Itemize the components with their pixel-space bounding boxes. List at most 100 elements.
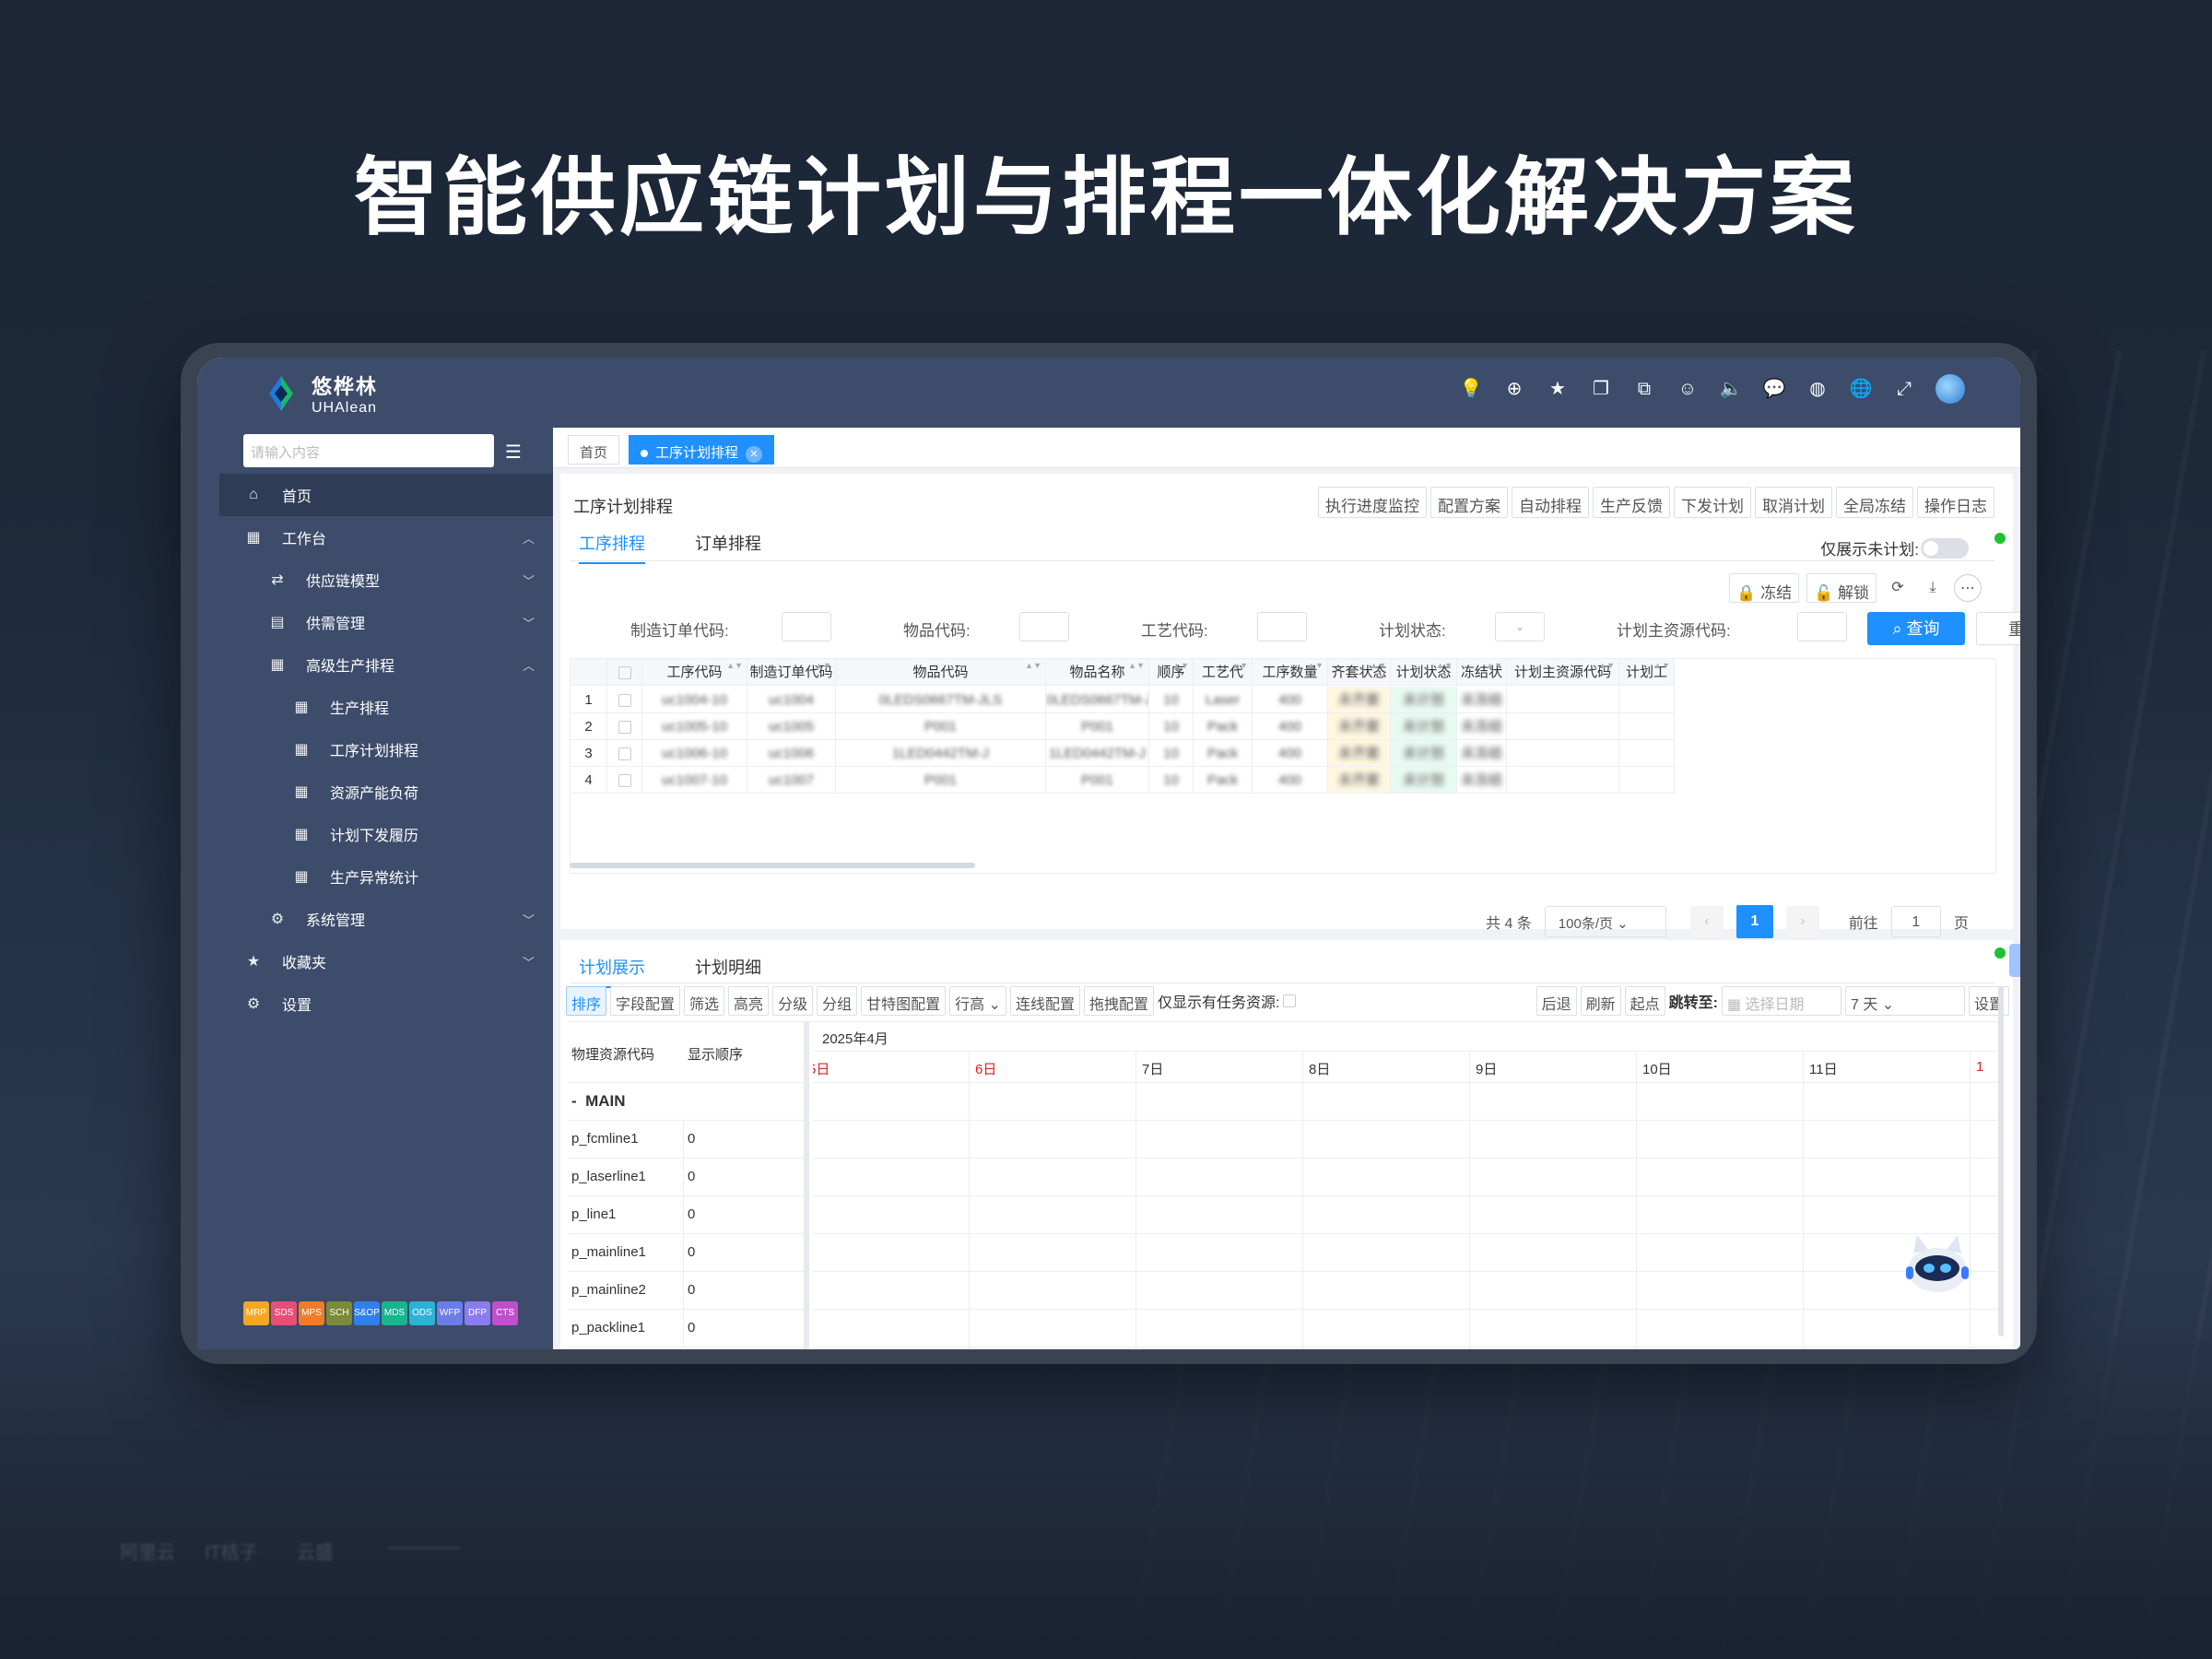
- sidebar-item[interactable]: ▦ 资源产能负荷: [219, 771, 553, 813]
- toolbar-button[interactable]: 字段配置: [610, 986, 681, 1016]
- sort-icon[interactable]: ▲▼: [1486, 659, 1502, 672]
- sidebar-item[interactable]: ⌂ 首页: [219, 474, 553, 516]
- sort-icon[interactable]: ▲▼: [1653, 659, 1670, 672]
- table-cell[interactable]: [607, 767, 642, 794]
- action-button[interactable]: 执行进度监控: [1318, 487, 1427, 518]
- only-task-checkbox[interactable]: [1283, 994, 1297, 1007]
- toolbar-button[interactable]: 行高 ⌄: [949, 986, 1006, 1016]
- sort-icon[interactable]: ▲▼: [1370, 659, 1386, 672]
- resource-row[interactable]: p_mainline2 0: [568, 1272, 804, 1310]
- resource-row[interactable]: p_mainline1 0: [568, 1234, 804, 1272]
- language-icon[interactable]: 🌐: [1849, 377, 1873, 401]
- nav-button[interactable]: 刷新: [1580, 986, 1621, 1016]
- star-icon[interactable]: ★: [1546, 377, 1570, 401]
- table-row[interactable]: 2 uc1005-10 uc1005 P001 P001 10 Pack 400 未齐套 未计划未…: [571, 713, 1675, 740]
- table-row[interactable]: 4 uc1007-10 uc1007 P001 P001 10 Pack 400 未齐套 未计划未…: [571, 767, 1675, 794]
- avatar[interactable]: [1936, 374, 1965, 404]
- action-button[interactable]: 配置方案: [1430, 487, 1508, 518]
- row-checkbox[interactable]: [618, 747, 631, 761]
- sidebar-item[interactable]: ⚙ 设置: [219, 982, 553, 1025]
- table-cell[interactable]: [607, 740, 642, 767]
- sidebar-item[interactable]: ▤ 供需管理 ﹀: [219, 601, 553, 643]
- reset-button[interactable]: 重置: [1976, 612, 2020, 645]
- action-button[interactable]: 操作日志: [1917, 487, 1994, 518]
- query-button[interactable]: ⌕ 查询: [1867, 612, 1965, 645]
- action-button[interactable]: 生产反馈: [1593, 487, 1670, 518]
- sort-icon[interactable]: ▲▼: [1598, 659, 1615, 672]
- page-1-button[interactable]: 1: [1735, 905, 1773, 938]
- table-row[interactable]: 3 uc1006-10 uc1006 1LED0442TM-J 1LED0442TM-J…: [571, 740, 1675, 767]
- product-badge[interactable]: MDS: [382, 1301, 407, 1325]
- tab-order-scheduling[interactable]: 订单排程: [695, 531, 761, 564]
- product-badge[interactable]: SCH: [326, 1301, 352, 1325]
- page-size-select[interactable]: 100条/页 ⌄: [1544, 906, 1666, 937]
- tab-process-schedule[interactable]: 工序计划排程 ✕: [629, 435, 775, 465]
- sort-icon[interactable]: ▲▼: [815, 659, 831, 672]
- product-badge[interactable]: S&OP: [354, 1301, 380, 1325]
- date-picker-input[interactable]: ▦ 选择日期: [1721, 986, 1841, 1016]
- action-button[interactable]: 下发计划: [1674, 487, 1751, 518]
- row-checkbox[interactable]: [618, 721, 631, 735]
- close-icon[interactable]: ✕: [746, 446, 763, 463]
- fullscreen-icon[interactable]: ⤢: [1892, 377, 1916, 401]
- sort-icon[interactable]: ▲▼: [1436, 659, 1453, 672]
- action-button[interactable]: 自动排程: [1512, 487, 1589, 518]
- sidebar-item[interactable]: ⇄ 供应链模型 ﹀: [219, 559, 553, 601]
- more-icon[interactable]: ⋯: [1954, 574, 1982, 602]
- chat-icon[interactable]: 💬: [1762, 377, 1786, 401]
- product-badge[interactable]: ODS: [409, 1301, 435, 1325]
- sidebar-item[interactable]: ▦ 计划下发履历: [219, 813, 553, 855]
- unlock-button[interactable]: 🔓 解锁: [1806, 573, 1877, 603]
- user-settings-icon[interactable]: ☺: [1676, 377, 1700, 401]
- sidebar-search-input[interactable]: 请输入内容: [243, 434, 494, 467]
- download-icon[interactable]: ⤓: [1919, 574, 1947, 602]
- goto-page-input[interactable]: 1: [1890, 906, 1941, 937]
- toolbar-button[interactable]: 拖拽配置: [1083, 986, 1154, 1016]
- sort-icon[interactable]: ▲▼: [726, 659, 743, 672]
- refresh-icon[interactable]: ⟳: [1884, 574, 1912, 602]
- sort-icon[interactable]: ▲▼: [1128, 659, 1145, 672]
- side-expand-handle[interactable]: [2009, 944, 2020, 977]
- sidebar-item[interactable]: ▦ 工序计划排程: [219, 728, 553, 771]
- product-badge[interactable]: MPS: [299, 1301, 324, 1325]
- nav-button[interactable]: 后退: [1535, 986, 1577, 1016]
- horizontal-scrollbar[interactable]: [570, 863, 975, 868]
- toolbar-button[interactable]: 分组: [817, 986, 858, 1016]
- assistant-robot-icon[interactable]: [1900, 1226, 1974, 1300]
- toolbar-button[interactable]: 连线配置: [1009, 986, 1080, 1016]
- tab-process-scheduling[interactable]: 工序排程: [579, 531, 645, 564]
- range-select[interactable]: 7 天 ⌄: [1844, 986, 1965, 1016]
- resource-row[interactable]: p_packline1 0: [568, 1310, 804, 1347]
- unplanned-only-toggle[interactable]: [1921, 538, 1969, 559]
- globe-search-icon[interactable]: ◍: [1806, 377, 1830, 401]
- plan-status-select[interactable]: ⌄: [1495, 612, 1545, 641]
- freeze-button[interactable]: 🔒 冻结: [1729, 573, 1800, 603]
- toolbar-button[interactable]: 筛选: [684, 986, 725, 1016]
- app-logo[interactable]: 悠桦林 UHAlean: [262, 371, 378, 417]
- lightbulb-icon[interactable]: 💡: [1459, 377, 1483, 401]
- product-badge[interactable]: WFP: [437, 1301, 463, 1325]
- prev-page-button[interactable]: ‹: [1689, 906, 1724, 937]
- product-badge[interactable]: SDS: [271, 1301, 297, 1325]
- sort-icon[interactable]: ▲▼: [1307, 659, 1324, 672]
- resource-code-input[interactable]: [1797, 612, 1847, 641]
- copy-icon[interactable]: ❐: [1589, 377, 1613, 401]
- resource-row[interactable]: p_fcmline1 0: [568, 1121, 804, 1159]
- vertical-scrollbar[interactable]: [1998, 986, 2004, 1336]
- toolbar-button[interactable]: 甘特图配置: [861, 986, 947, 1016]
- resource-row[interactable]: p_laserline1 0: [568, 1159, 804, 1196]
- resource-group[interactable]: - MAIN: [568, 1083, 804, 1121]
- sidebar-item[interactable]: ▦ 高级生产排程 ︿: [219, 643, 553, 686]
- menu-collapse-icon[interactable]: ☰: [505, 441, 522, 464]
- sort-icon[interactable]: ▲▼: [1172, 659, 1189, 672]
- sidebar-item[interactable]: ▦ 工作台 ︿: [219, 516, 553, 559]
- nav-button[interactable]: 起点: [1624, 986, 1665, 1016]
- splitter[interactable]: [804, 1022, 809, 1349]
- column-header[interactable]: [607, 659, 642, 686]
- row-checkbox[interactable]: [618, 694, 631, 708]
- tab-home[interactable]: 首页: [568, 435, 620, 465]
- sort-icon[interactable]: ▲▼: [1025, 659, 1041, 672]
- toolbar-button[interactable]: 高亮: [728, 986, 770, 1016]
- row-checkbox[interactable]: [618, 666, 631, 680]
- sidebar-item[interactable]: ★ 收藏夹 ﹀: [219, 940, 553, 982]
